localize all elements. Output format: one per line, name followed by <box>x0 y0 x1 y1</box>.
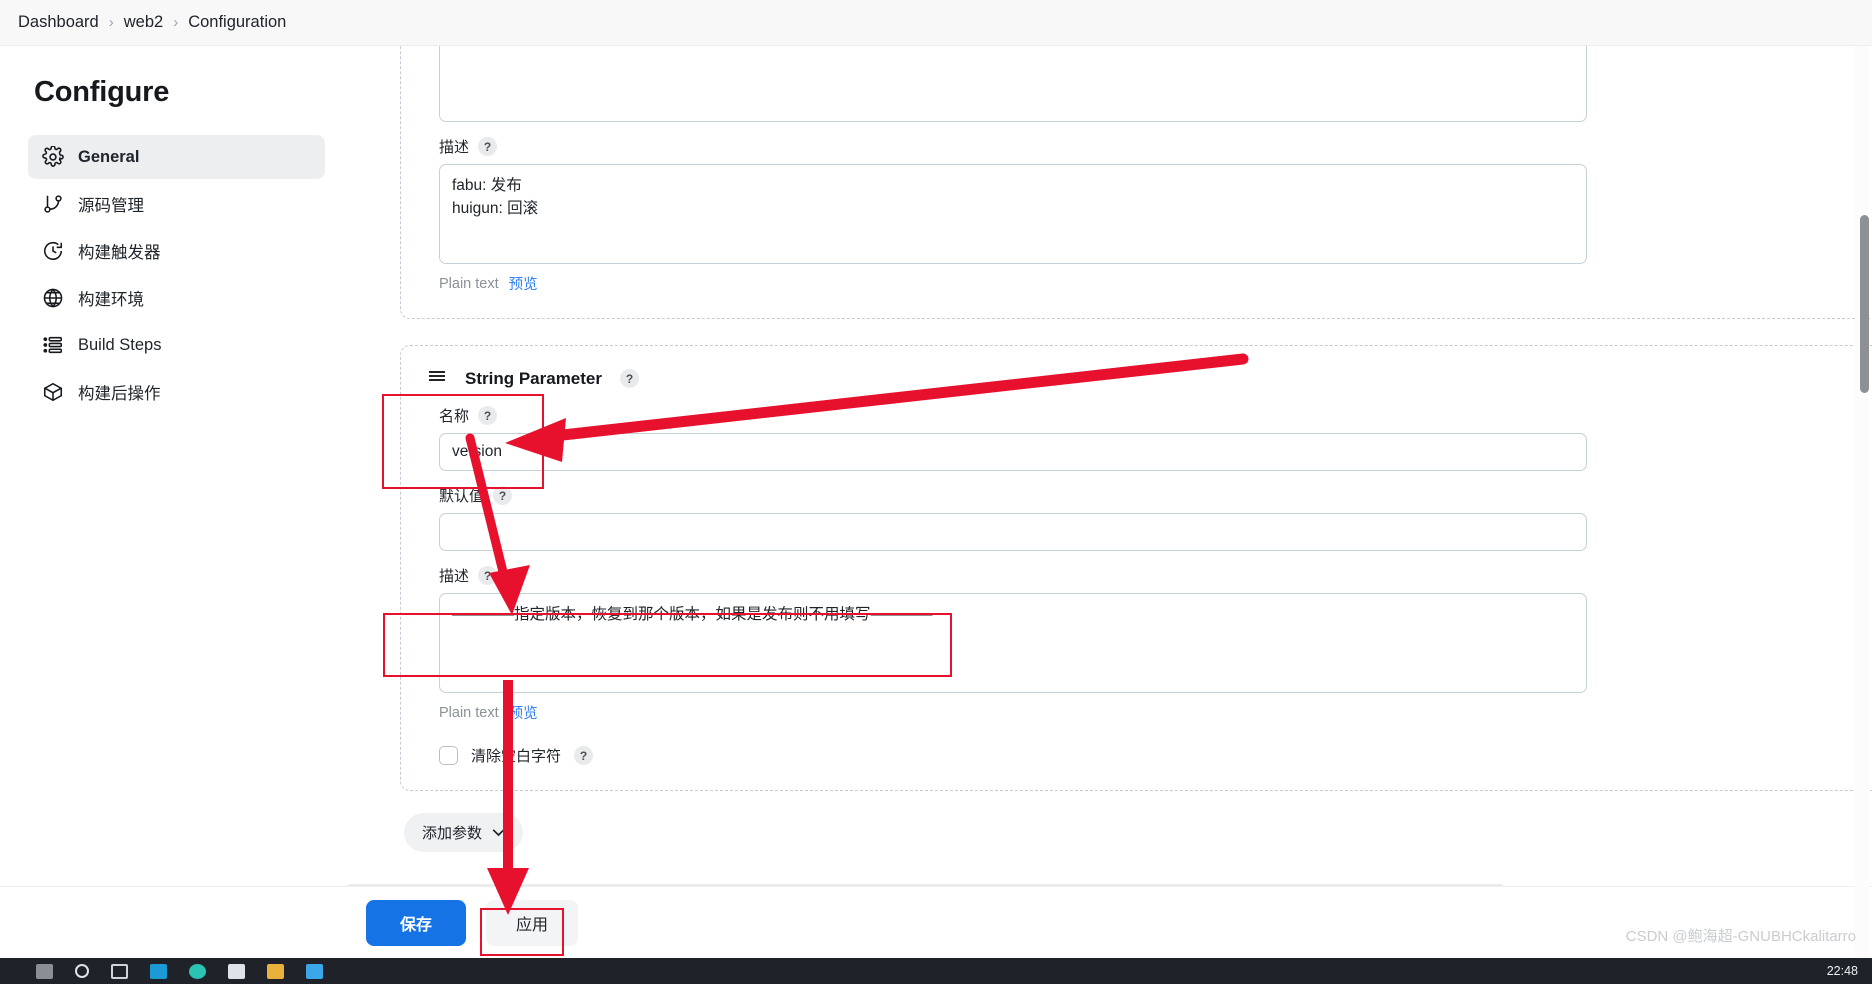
save-button[interactable]: 保存 <box>366 899 467 946</box>
git-branch-icon <box>42 193 64 215</box>
page-title: Configure <box>34 76 170 108</box>
description-textarea[interactable] <box>439 164 1587 264</box>
sidebar-item-label: 构建触发器 <box>78 244 161 262</box>
package-icon <box>42 381 64 403</box>
windows-start-icon[interactable] <box>36 963 53 979</box>
plain-text-label: Plain text <box>439 704 499 721</box>
string-parameter-header: String Parameter ? <box>423 362 1872 391</box>
preview-link[interactable]: 预览 <box>509 702 538 723</box>
breadcrumb-separator-icon: › <box>173 14 179 31</box>
search-icon[interactable] <box>75 964 89 978</box>
page-body: Configure General 源码管理 构建触发器 构建环境 Build … <box>0 46 1872 984</box>
preview-link[interactable]: 预览 <box>509 273 538 294</box>
sidebar-item-post-build-actions[interactable]: 构建后操作 <box>28 370 325 414</box>
parameter-default-value-input[interactable] <box>439 513 1587 551</box>
sidebar-item-general[interactable]: General <box>28 135 325 179</box>
breadcrumb: Dashboard › web2 › Configuration <box>0 0 1872 46</box>
edge-browser-icon[interactable] <box>189 963 206 979</box>
sidebar-item-label: 源码管理 <box>78 197 144 215</box>
plain-text-row: Plain text 预览 <box>439 702 1872 723</box>
default-value-label-row: 默认值 ? <box>439 485 1872 506</box>
trim-whitespace-checkbox[interactable] <box>439 746 458 765</box>
parameter-name-input[interactable] <box>439 433 1587 471</box>
help-icon[interactable]: ? <box>478 566 498 585</box>
globe-icon <box>42 287 64 309</box>
parameter-description-label-row: 描述 ? <box>439 565 1872 586</box>
drag-handle-icon[interactable] <box>427 368 447 389</box>
chevron-down-icon <box>492 824 505 841</box>
sidebar: Configure General 源码管理 构建触发器 构建环境 Build … <box>0 46 345 984</box>
sidebar-item-build-environment[interactable]: 构建环境 <box>28 276 325 320</box>
plain-text-row: Plain text 预览 <box>439 273 1872 294</box>
parameter-block-string-parameter: String Parameter ? ✕ 名称 ? 默认值 ? <box>400 345 1872 791</box>
vertical-scrollbar-track[interactable] <box>1855 46 1869 984</box>
sidebar-item-label: 构建环境 <box>78 291 144 309</box>
sidebar-item-label: General <box>78 147 140 166</box>
add-parameter-button[interactable]: 添加参数 <box>404 813 524 852</box>
taskbar-clock[interactable]: 22:48 <box>1827 965 1858 978</box>
help-icon[interactable]: ? <box>478 406 498 425</box>
name-label: 名称 <box>439 408 470 425</box>
sidebar-item-label: 构建后操作 <box>78 385 161 403</box>
help-icon[interactable]: ? <box>574 746 594 765</box>
parameter-block-previous: 描述 ? Plain text 预览 <box>400 46 1872 319</box>
app-icon[interactable] <box>306 963 323 979</box>
breadcrumb-item-configuration[interactable]: Configuration <box>188 13 286 32</box>
name-label-row: 名称 ? <box>439 405 1872 426</box>
sidebar-item-build-steps[interactable]: Build Steps <box>28 323 325 367</box>
parameter-description-textarea[interactable] <box>439 593 1587 693</box>
description-label: 描述 <box>439 139 470 156</box>
vertical-scrollbar-thumb[interactable] <box>1860 215 1869 393</box>
breadcrumb-item-dashboard[interactable]: Dashboard <box>18 13 99 32</box>
list-icon <box>42 334 64 356</box>
plain-text-label: Plain text <box>439 275 499 292</box>
default-value-label: 默认值 <box>439 488 485 505</box>
sidebar-item-label: Build Steps <box>78 335 162 354</box>
configuration-form: 描述 ? Plain text 预览 <box>345 46 1872 984</box>
watermark: CSDN @鲍海超-GNUBHCkalitarro <box>1625 928 1856 945</box>
previous-parameter-textarea[interactable] <box>439 46 1587 122</box>
sidebar-item-source-code-management[interactable]: 源码管理 <box>28 182 325 226</box>
task-view-icon[interactable] <box>111 963 128 979</box>
help-icon[interactable]: ? <box>478 137 498 156</box>
help-icon[interactable]: ? <box>620 369 639 388</box>
form-area: 描述 ? Plain text 预览 <box>400 46 1872 852</box>
apply-button[interactable]: 应用 <box>486 899 579 946</box>
breadcrumb-separator-icon: › <box>108 14 114 31</box>
description-label-row: 描述 ? <box>439 136 1872 157</box>
terminal-icon[interactable] <box>150 963 167 979</box>
explorer-icon[interactable] <box>228 963 245 979</box>
sidebar-item-build-triggers[interactable]: 构建触发器 <box>28 229 325 273</box>
string-parameter-title: String Parameter <box>465 368 602 388</box>
parameter-description-label: 描述 <box>439 568 470 585</box>
form-action-bar: 保存 应用 <box>0 886 1872 958</box>
taskbar-icons <box>0 963 323 979</box>
taskbar: 22:48 <box>0 958 1872 984</box>
add-parameter-label: 添加参数 <box>422 825 483 842</box>
trim-whitespace-row: 清除空白字符 ? <box>439 745 1872 766</box>
trim-whitespace-label: 清除空白字符 <box>471 748 562 765</box>
folder-icon[interactable] <box>267 963 284 979</box>
help-icon[interactable]: ? <box>493 486 513 505</box>
breadcrumb-item-web2[interactable]: web2 <box>124 13 163 32</box>
gear-icon <box>42 146 64 168</box>
clock-icon <box>42 240 64 262</box>
